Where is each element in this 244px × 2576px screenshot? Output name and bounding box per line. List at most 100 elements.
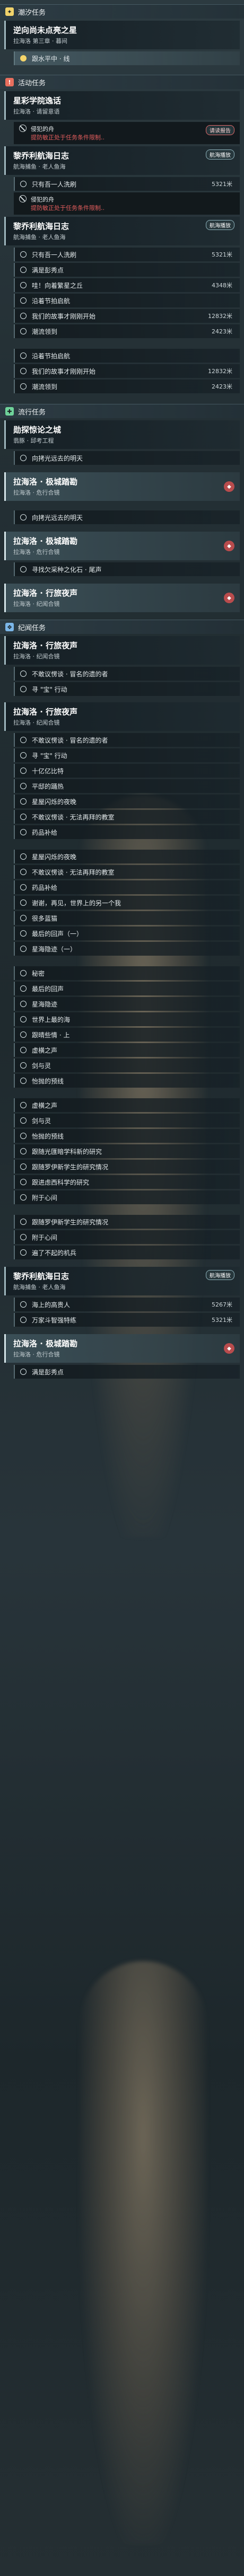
step-circle-icon [20, 282, 27, 288]
task-step[interactable]: 向拷光远去的明天 [14, 510, 240, 524]
step-label: 满是彭秀点 [32, 266, 64, 274]
track-icon[interactable]: ◆ [224, 481, 234, 492]
task-step[interactable]: 附于心间 [14, 1190, 240, 1204]
task-title: 逆向尚未点亮之星 [13, 25, 77, 35]
task-step[interactable]: 哇！向着繁星之丘 4348米 [14, 278, 240, 292]
task-step[interactable]: 我们的故事才刚刚开始 12832米 [14, 309, 240, 323]
track-icon[interactable]: ◆ [224, 1343, 234, 1354]
task-step[interactable]: 剑与灵 [14, 1058, 240, 1072]
task-step[interactable]: 寻 "宝" 行动 [14, 748, 240, 762]
task-step[interactable]: 跟随罗伊新学生的研究情况 [14, 1215, 240, 1229]
step-circle-icon [20, 566, 27, 572]
task-step[interactable]: 我们的故事才刚刚开始 12832米 [14, 364, 240, 378]
task-step[interactable]: 不敢议愣谈 · 无法再拜的教室 [14, 865, 240, 879]
task-step[interactable]: 虚横之声 [14, 1098, 240, 1112]
task-step[interactable]: 虚横之声 [14, 1043, 240, 1057]
task-item[interactable]: 拉海洛 · 极城踏勘 拉海洛 · 危行合镜 ◆ [4, 532, 240, 560]
warning-step[interactable]: 侵犯的舟 提防敏正处于任务条件限制.. [14, 192, 240, 215]
task-step[interactable]: 潮流领到 2423米 [14, 324, 240, 338]
task-subtitle: 航海捕鱼 · 老人鱼海 [13, 1284, 66, 1291]
task-item[interactable]: 黎乔利航海日志 航海捕鱼 · 老人鱼海 航海播放 [4, 1267, 240, 1295]
task-step[interactable]: 剑与灵 [14, 1114, 240, 1127]
task-step[interactable]: 潮流领到 2423米 [14, 380, 240, 393]
task-step[interactable]: 沿着节拍启航 [14, 349, 240, 363]
task-item[interactable]: 黎乔利航海日志 航海捕鱼 · 老人鱼海 航海播放 [4, 146, 240, 175]
task-step[interactable]: 药品补给 [14, 825, 240, 839]
task-step[interactable]: 不敢议愣谈 · 无法再拜的教室 [14, 810, 240, 824]
task-step[interactable]: 不敢议愣谈 · 冒名的遗的者 [14, 667, 240, 681]
warning-step[interactable]: 侵犯的舟 提防敏正处于任务条件限制.. 请读报告 [14, 122, 240, 144]
step-label: 星屋闪烁的夜晚 [32, 853, 77, 861]
section-header-tidal: ✦ 潮汐任务 [0, 4, 244, 19]
task-step[interactable]: 沿着节拍启航 [14, 294, 240, 307]
step-circle-icon [20, 798, 27, 805]
task-item[interactable]: 黎乔利航海日志 航海捕鱼 · 老人鱼海 航海播放 [4, 217, 240, 245]
task-step[interactable]: 向拷光远去的明天 [14, 451, 240, 465]
step-circle-icon [20, 1179, 27, 1185]
step-distance: 12832米 [208, 313, 232, 320]
step-circle-icon [20, 1078, 27, 1084]
step-label: 世界上最的海 [32, 1016, 71, 1024]
task-step[interactable]: 十亿亿比特 [14, 764, 240, 778]
ship-log-badge[interactable]: 航海播放 [206, 149, 234, 160]
task-step[interactable]: 怡抛的预线 [14, 1074, 240, 1088]
task-item[interactable]: 拉海洛 · 行旅夜声 拉海洛 · 纪闻合镜 [4, 702, 240, 731]
track-icon[interactable]: ◆ [224, 593, 234, 603]
task-step[interactable]: 怡抛的预线 [14, 1129, 240, 1143]
task-step[interactable]: 跟水平中 · 线 [14, 51, 240, 65]
task-step[interactable]: 跟随光匯暗学科新的研究 [14, 1144, 240, 1158]
step-circle-icon [20, 1001, 27, 1007]
task-step[interactable]: 跟随罗伊新学生的研究情况 [14, 1160, 240, 1174]
task-step[interactable]: 万家斗智强特练 5321米 [14, 1313, 240, 1327]
step-label: 满是彭秀点 [32, 1368, 64, 1376]
task-subtitle: 拉海洛 · 请留意语 [13, 108, 60, 115]
task-step[interactable]: 星屋闪烁的夜晚 [14, 795, 240, 808]
task-item[interactable]: 拉海洛 · 行旅夜声 拉海洛 · 纪闻合镜 ◆ [4, 584, 240, 612]
task-step[interactable]: 跟进虑西科学的研究 [14, 1175, 240, 1189]
task-step[interactable]: 只有吾一人洗刷 5321米 [14, 177, 240, 191]
task-step[interactable]: 满是彭秀点 [14, 1365, 240, 1379]
task-title: 拉海洛 · 行旅夜声 [13, 641, 78, 650]
task-step[interactable]: 不敢议愣谈 · 冒名的遗的者 [14, 733, 240, 747]
task-step[interactable]: 秘密 [14, 966, 240, 980]
task-step[interactable]: 很多蓝猫 [14, 911, 240, 925]
section-header-travel: ✚ 流行任务 [0, 404, 244, 418]
read-report-badge[interactable]: 请读报告 [206, 125, 234, 135]
step-label: 海上的高贵人 [32, 1301, 71, 1309]
task-item[interactable]: 逆向尚未点亮之星 拉海洛 第三章 · 暮间 [4, 21, 240, 49]
step-circle-icon [20, 686, 27, 692]
ship-log-badge[interactable]: 航海播放 [206, 1270, 234, 1280]
task-step[interactable]: 海上的高贵人 5267米 [14, 1298, 240, 1311]
step-label: 哇！向着繁星之丘 [32, 281, 83, 289]
step-label: 附于心间 [32, 1233, 58, 1241]
task-item[interactable]: 拉海洛 · 极城踏勘 拉海洛 · 危行合镜 ◆ [4, 1334, 240, 1363]
task-step[interactable]: 附于心间 [14, 1230, 240, 1244]
task-item[interactable]: 勋探惊论之城 翡豚 · 邱考工程 [4, 420, 240, 449]
task-item[interactable]: 拉海洛 · 极城踏勘 拉海洛 · 危行合镜 ◆ [4, 472, 240, 501]
step-circle-icon [20, 1102, 27, 1108]
task-step[interactable]: 跟晴些情 · 上 [14, 1028, 240, 1042]
step-label: 药品补给 [32, 828, 58, 836]
task-step[interactable]: 寻找欠采种之化石 · 尾声 [14, 562, 240, 576]
step-circle-icon [20, 1301, 27, 1308]
task-step[interactable]: 星屋闪烁的夜晚 [14, 850, 240, 863]
ship-log-badge[interactable]: 航海播放 [206, 220, 234, 230]
task-step[interactable]: 世界上最的海 [14, 1012, 240, 1026]
task-item[interactable]: 拉海洛 · 行旅夜声 拉海洛 · 纪闻合镜 [4, 636, 240, 665]
task-step[interactable]: 寻 "宝" 行动 [14, 682, 240, 696]
track-icon[interactable]: ◆ [224, 541, 234, 551]
task-step[interactable]: 最后的回声（一） [14, 927, 240, 940]
task-step[interactable]: 星海隐迹（一） [14, 942, 240, 956]
step-label: 我们的故事才刚刚开始 [32, 312, 96, 320]
task-step[interactable]: 只有吾一人洗刷 5321米 [14, 248, 240, 261]
task-step[interactable]: 平邸的踊热 [14, 779, 240, 793]
task-step[interactable]: 遍了不起的机兵 [14, 1246, 240, 1259]
task-step[interactable]: 满是彭秀点 [14, 263, 240, 277]
task-item[interactable]: 星彩学院逸话 拉海洛 · 请留意语 [4, 91, 240, 120]
task-step[interactable]: 最后的回声 [14, 982, 240, 995]
step-label: 谢谢，再见，世界上的另一个我 [32, 899, 121, 907]
step-label: 跟随罗伊新学生的研究情况 [32, 1218, 109, 1226]
task-step[interactable]: 星海隐迹 [14, 997, 240, 1011]
task-step[interactable]: 药品补给 [14, 880, 240, 894]
task-step[interactable]: 谢谢，再见，世界上的另一个我 [14, 896, 240, 910]
